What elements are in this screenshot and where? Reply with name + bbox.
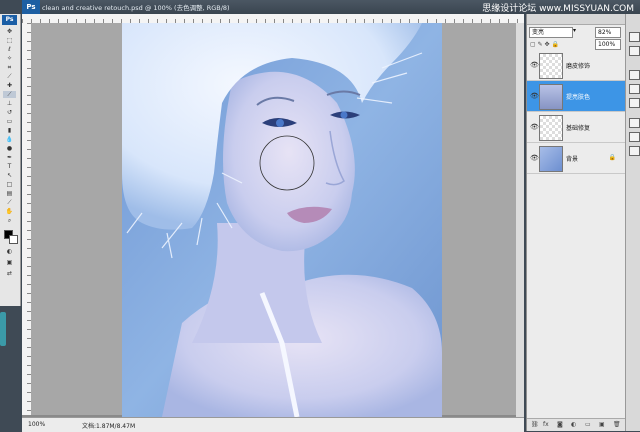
clone-stamp-tool-icon[interactable]: ⊥ bbox=[3, 100, 16, 107]
eraser-tool-icon[interactable]: ▭ bbox=[3, 118, 16, 125]
visibility-eye-icon[interactable]: 👁 bbox=[530, 92, 539, 100]
new-layer-icon[interactable]: ▣ bbox=[599, 421, 605, 428]
paths-panel-icon[interactable] bbox=[629, 146, 640, 156]
dodge-tool-icon[interactable]: ● bbox=[3, 145, 16, 152]
type-tool-icon[interactable]: T bbox=[3, 163, 16, 170]
history-panel-icon[interactable] bbox=[629, 118, 640, 128]
layers-panel-footer: ⛓ fx ◙ ◐ ▭ ▣ 🗑 bbox=[527, 418, 626, 431]
add-mask-icon[interactable]: ◙ bbox=[557, 421, 563, 428]
healing-brush-tool-icon[interactable]: ✚ bbox=[3, 82, 16, 89]
visibility-eye-icon[interactable]: 👁 bbox=[530, 61, 539, 69]
screen-mode-icon[interactable]: ▣ bbox=[3, 259, 16, 266]
layer-row[interactable]: 👁 基础修复 bbox=[527, 112, 626, 143]
lock-options-icon[interactable]: ▢ ✎ ✥ 🔒 bbox=[530, 41, 559, 48]
opacity-input[interactable]: 82% bbox=[595, 27, 621, 38]
pen-tool-icon[interactable]: ✒ bbox=[3, 154, 16, 161]
navigator-panel-icon[interactable] bbox=[629, 32, 640, 42]
swatches-panel-icon[interactable] bbox=[629, 84, 640, 94]
zoom-tool-icon[interactable]: ⌕ bbox=[3, 217, 16, 224]
status-bar: 100% 文档:1.87M/8.47M bbox=[22, 417, 524, 432]
notes-tool-icon[interactable]: ▤ bbox=[3, 190, 16, 197]
styles-panel-icon[interactable] bbox=[629, 98, 640, 108]
gradient-tool-icon[interactable]: ▮ bbox=[3, 127, 16, 134]
info-panel-icon[interactable] bbox=[629, 46, 640, 56]
layer-thumbnail bbox=[539, 115, 563, 141]
color-panel-icon[interactable] bbox=[629, 70, 640, 80]
panel-dock bbox=[625, 14, 640, 431]
hand-tool-icon[interactable]: ✋ bbox=[3, 208, 16, 215]
blend-mode-dropdown-icon[interactable]: ▾ bbox=[573, 27, 576, 34]
link-layers-icon[interactable]: ⛓ bbox=[531, 421, 539, 428]
layer-row[interactable]: 👁 磨皮修饰 bbox=[527, 50, 626, 81]
background-color-swatch[interactable] bbox=[9, 235, 18, 244]
layer-thumbnail bbox=[539, 146, 563, 172]
blend-mode-select[interactable]: 变亮 bbox=[529, 27, 573, 38]
layer-thumbnail bbox=[539, 84, 563, 110]
layer-row[interactable]: 👁 背景 🔒 bbox=[527, 143, 626, 174]
tools-panel: Ps ✥ ⬚ ℓ ✧ ⌗ ⟋ ✚ ⟋ ⊥ ↺ ▭ ▮ 💧 ● ✒ T ↖ □ ▤… bbox=[0, 14, 21, 306]
marquee-tool-icon[interactable]: ⬚ bbox=[3, 37, 16, 44]
side-panel-tab[interactable] bbox=[0, 312, 6, 346]
vertical-scrollbar[interactable] bbox=[516, 23, 524, 417]
layer-name: 基础修复 bbox=[566, 125, 591, 132]
photoshop-logo: Ps bbox=[22, 0, 40, 14]
zoom-level[interactable]: 100% bbox=[28, 421, 45, 428]
adjustment-layer-icon[interactable]: ◐ bbox=[571, 421, 576, 428]
history-brush-tool-icon[interactable]: ↺ bbox=[3, 109, 16, 116]
visibility-eye-icon[interactable]: 👁 bbox=[530, 154, 539, 162]
blur-tool-icon[interactable]: 💧 bbox=[3, 136, 16, 143]
layer-row-selected[interactable]: 👁 提亮肤色 bbox=[527, 81, 626, 112]
layer-thumbnail bbox=[539, 53, 563, 79]
move-tool-icon[interactable]: ✥ bbox=[3, 28, 16, 35]
document-title-bar[interactable]: Ps clean and creative retouch.psd @ 100%… bbox=[22, 0, 640, 14]
toolbox-logo: Ps bbox=[2, 15, 17, 25]
layers-panel: 变亮 ▾ 82% 100% ▢ ✎ ✥ 🔒 👁 磨皮修饰 👁 提亮肤色 👁 基础… bbox=[526, 14, 626, 431]
layer-name: 提亮肤色 bbox=[566, 94, 591, 101]
fill-input[interactable]: 100% bbox=[595, 39, 621, 50]
new-group-icon[interactable]: ▭ bbox=[585, 421, 591, 428]
crop-tool-icon[interactable]: ⌗ bbox=[3, 64, 16, 71]
layer-name: 背景 bbox=[566, 156, 579, 163]
document-size-info: 文档:1.87M/8.47M bbox=[82, 423, 136, 430]
image-canvas[interactable] bbox=[122, 23, 442, 417]
portrait-photo bbox=[122, 23, 442, 417]
eyedropper-tool-icon[interactable]: ⟋ bbox=[3, 199, 16, 206]
visibility-eye-icon[interactable]: 👁 bbox=[530, 123, 539, 131]
brush-tool-icon[interactable]: ⟋ bbox=[3, 91, 16, 98]
layer-style-icon[interactable]: fx bbox=[543, 421, 549, 428]
watermark: 思缘设计论坛 www.MISSYUAN.COM bbox=[482, 4, 634, 14]
jump-to-imageready-icon[interactable]: ⇄ bbox=[3, 270, 16, 277]
shape-tool-icon[interactable]: □ bbox=[3, 181, 16, 188]
quick-mask-icon[interactable]: ◐ bbox=[3, 248, 16, 255]
delete-layer-icon[interactable]: 🗑 bbox=[613, 421, 621, 428]
lasso-tool-icon[interactable]: ℓ bbox=[3, 46, 16, 53]
actions-panel-icon[interactable] bbox=[629, 132, 640, 142]
path-selection-tool-icon[interactable]: ↖ bbox=[3, 172, 16, 179]
panel-header bbox=[527, 14, 626, 25]
layer-name: 磨皮修饰 bbox=[566, 63, 591, 70]
layer-lock-icon: 🔒 bbox=[608, 154, 616, 161]
slice-tool-icon[interactable]: ⟋ bbox=[3, 73, 16, 80]
document-title: clean and creative retouch.psd @ 100% (去… bbox=[42, 4, 230, 12]
magic-wand-tool-icon[interactable]: ✧ bbox=[3, 55, 16, 62]
